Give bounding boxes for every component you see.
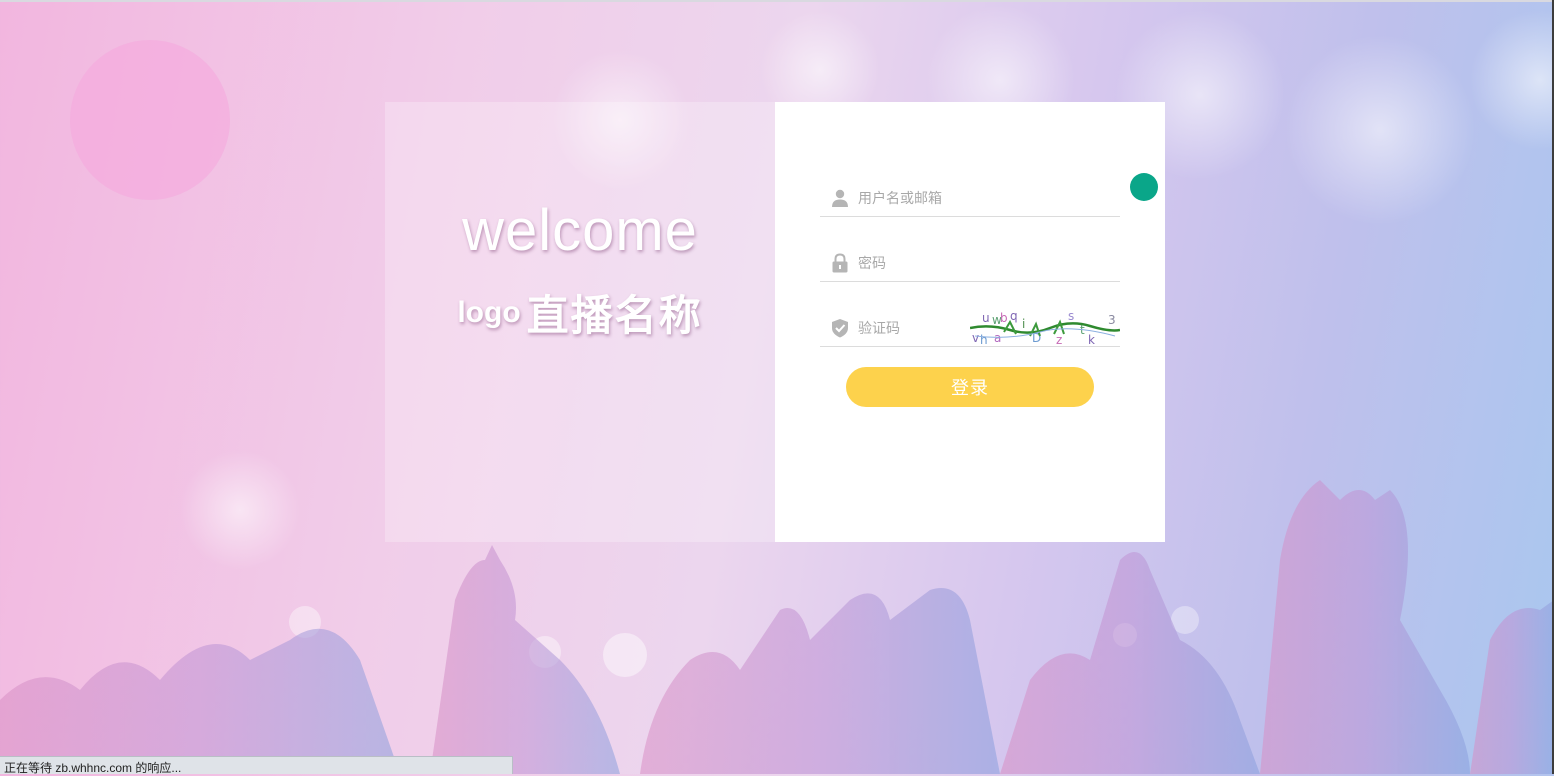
username-input[interactable] [858,186,1108,210]
status-text: 正在等待 zb.whhnc.com 的响应... [4,761,182,775]
captcha-char: s [1068,310,1074,323]
captcha-char: i [1022,317,1025,331]
floating-teal-dot[interactable] [1130,173,1158,201]
brand-row: logo 直播名称 [385,282,775,343]
captcha-char: u [982,311,990,325]
captcha-char: q [1010,310,1018,323]
password-field [820,231,1120,282]
captcha-input[interactable] [858,316,958,340]
welcome-panel: welcome logo 直播名称 [385,102,775,542]
captcha-image[interactable]: u w b q i s v h a t D z k 3 [970,310,1120,346]
logo-text: logo [457,295,521,329]
login-card: welcome logo 直播名称 用户名或邮箱 验证码 u w b q i s… [385,102,1165,542]
captcha-char: h [980,333,988,346]
site-name: 直播名称 [526,292,703,339]
browser-status-bar: 正在等待 zb.whhnc.com 的响应... [0,756,513,775]
captcha-char: k [1088,333,1095,346]
window-top-border [0,0,1554,2]
welcome-heading: welcome [462,198,698,263]
captcha-char: v [972,331,979,345]
password-input[interactable] [858,251,1108,275]
captcha-char: 3 [1108,313,1116,327]
captcha-char: z [1056,333,1062,346]
lock-icon [830,253,850,273]
login-form: u w b q i s v h a t D z k 3 [775,102,1165,542]
captcha-char: b [1000,311,1008,325]
username-field [820,166,1120,217]
login-button[interactable]: 登录 [846,367,1094,407]
captcha-char: a [994,331,1001,345]
captcha-field: u w b q i s v h a t D z k 3 [820,296,1120,347]
user-icon [830,188,850,208]
shield-check-icon [830,318,850,338]
